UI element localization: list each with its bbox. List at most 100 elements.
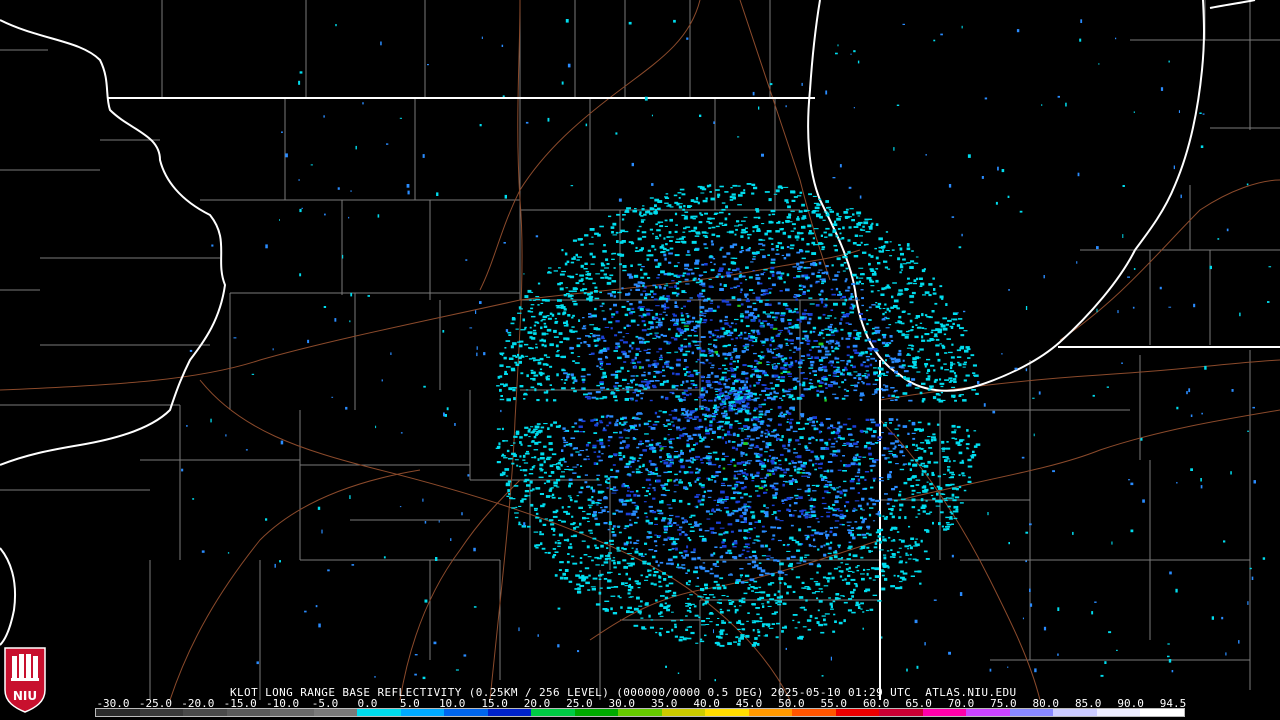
radar-echo	[909, 553, 912, 556]
radar-echo	[906, 283, 910, 285]
radar-echo	[740, 623, 745, 626]
radar-echo	[543, 354, 548, 357]
radar-echo	[743, 486, 747, 489]
radar-echo	[733, 605, 736, 608]
radar-echo	[873, 348, 878, 351]
radar-echo	[909, 546, 913, 550]
radar-echo	[851, 527, 854, 529]
radar-echo	[697, 556, 701, 560]
radar-echo	[655, 286, 658, 289]
radar-echo	[645, 422, 649, 425]
radar-echo	[875, 256, 879, 260]
radar-echo	[947, 505, 951, 508]
radar-echo	[759, 597, 765, 599]
radar-echo	[663, 425, 668, 427]
radar-echo	[685, 459, 689, 462]
radar-echo	[767, 605, 772, 607]
radar-echo	[755, 339, 758, 342]
radar-echo	[712, 532, 717, 534]
radar-echo	[501, 427, 504, 431]
radar-echo	[698, 221, 703, 224]
radar-echo	[563, 444, 566, 448]
radar-echo	[537, 361, 542, 365]
radar-echo	[680, 619, 684, 621]
radar-echo	[883, 554, 887, 556]
radar-echo	[931, 471, 934, 475]
radar-echo	[899, 586, 903, 590]
radar-echo	[607, 528, 610, 531]
radar-echo	[575, 451, 580, 453]
radar-echo	[734, 420, 739, 423]
radar-echo	[589, 532, 593, 534]
radar-echo	[689, 449, 692, 453]
radar-echo	[973, 374, 977, 377]
radar-echo	[816, 597, 819, 600]
radar-echo	[556, 486, 560, 488]
radar-echo	[557, 299, 562, 302]
radar-echo	[853, 389, 858, 392]
radar-echo	[889, 471, 892, 474]
radar-echo	[668, 590, 672, 592]
radar-echo	[860, 241, 863, 244]
radar-echo	[652, 487, 656, 489]
radar-echo	[671, 628, 674, 632]
radar-echo	[899, 247, 903, 251]
radar-echo	[873, 371, 878, 374]
radar-echo	[505, 383, 508, 387]
radar-echo	[877, 535, 882, 538]
radar-echo	[544, 552, 548, 554]
radar-echo	[700, 375, 704, 378]
radar-echo	[761, 462, 765, 465]
radar-echo	[567, 495, 572, 497]
radar-echo	[818, 385, 823, 388]
radar-echo	[512, 387, 517, 389]
radar-echo	[709, 594, 714, 596]
radar-echo	[782, 395, 786, 397]
radar-echo	[705, 426, 708, 430]
radar-echo	[685, 283, 690, 285]
radar-echo	[540, 302, 544, 304]
radar-map	[0, 0, 1280, 720]
radar-echo	[930, 487, 934, 490]
radar-echo	[759, 325, 764, 328]
radar-echo	[627, 588, 632, 592]
radar-echo	[869, 507, 874, 509]
radar-echo	[682, 208, 686, 211]
radar-echo	[648, 493, 651, 496]
radar-echo	[724, 191, 729, 193]
radar-echo	[836, 257, 841, 261]
radar-echo	[752, 302, 757, 305]
radar-echo	[814, 244, 819, 246]
radar-echo	[711, 432, 715, 434]
radar-echo	[539, 470, 543, 472]
radar-echo	[726, 252, 731, 255]
radar-echo	[891, 505, 896, 508]
radar-echo	[780, 274, 783, 277]
radar-echo	[678, 551, 683, 554]
radar-echo	[709, 255, 713, 258]
radar-echo	[733, 347, 738, 351]
radar-echo	[729, 362, 733, 365]
radar-echo	[649, 332, 653, 335]
radar-echo	[745, 380, 748, 384]
radar-echo	[847, 216, 852, 218]
radar-echo	[622, 440, 626, 443]
radar-echo	[911, 506, 916, 509]
radar-echo	[627, 486, 630, 489]
radar-echo	[695, 197, 699, 200]
radar-echo	[499, 398, 505, 401]
radar-echo	[716, 504, 719, 506]
radar-echo	[776, 559, 780, 562]
radar-echo	[745, 634, 750, 638]
radar-echo	[664, 363, 670, 366]
radar-echo	[541, 547, 546, 550]
radar-echo	[837, 437, 842, 439]
radar-echo	[930, 364, 935, 367]
radar-echo	[958, 363, 962, 367]
radar-echo	[704, 415, 709, 417]
radar-echo	[744, 372, 749, 375]
radar-echo	[719, 556, 723, 559]
radar-echo	[795, 298, 798, 301]
radar-echo	[759, 422, 764, 425]
radar-echo	[838, 386, 841, 388]
